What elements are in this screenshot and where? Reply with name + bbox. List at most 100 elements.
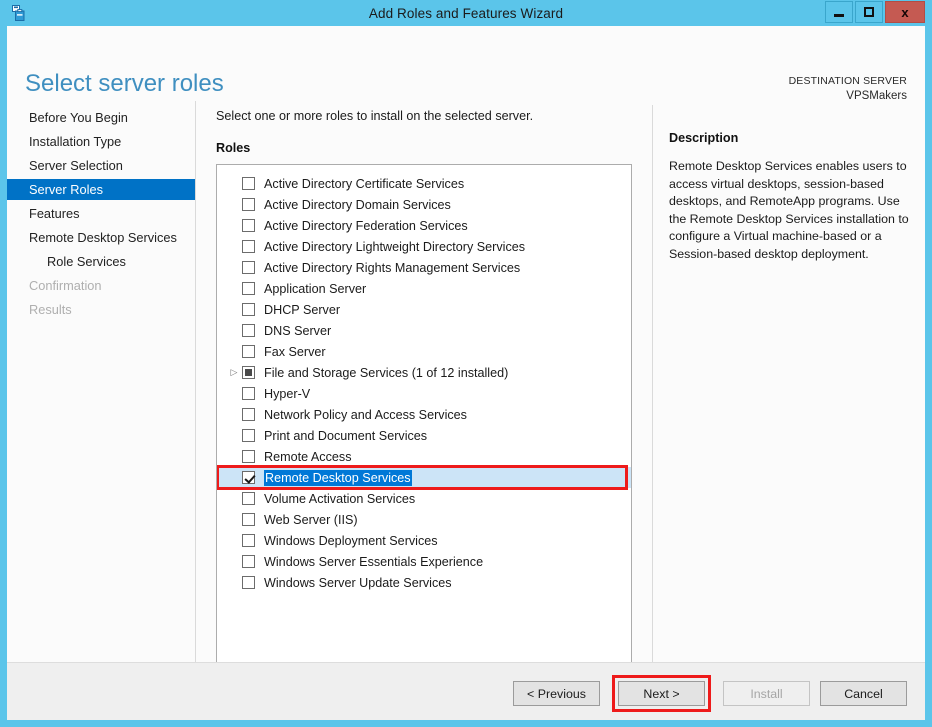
- role-checkbox[interactable]: [242, 492, 255, 505]
- roles-list[interactable]: ▷ Active Directory Certificate Services ▷ A…: [216, 164, 632, 664]
- description-pane: Description Remote Desktop Services enab…: [652, 105, 925, 662]
- sidebar-item-remote-desktop-services[interactable]: Remote Desktop Services: [7, 227, 195, 248]
- role-checkbox[interactable]: [242, 408, 255, 421]
- maximize-icon: [864, 7, 874, 17]
- next-button[interactable]: Next >: [618, 681, 705, 706]
- expander-placeholder: ▷: [226, 326, 242, 335]
- role-checkbox[interactable]: [242, 282, 255, 295]
- role-label: Hyper-V: [264, 386, 311, 401]
- expander-placeholder: ▷: [226, 578, 242, 587]
- footer-bar: < Previous Next > Install Cancel: [7, 662, 925, 720]
- expander-placeholder: ▷: [226, 473, 242, 482]
- role-checkbox[interactable]: [242, 240, 255, 253]
- expander-placeholder: ▷: [226, 305, 242, 314]
- role-label: DHCP Server: [264, 302, 341, 317]
- role-row[interactable]: ▷ Remote Access: [217, 446, 631, 467]
- title-bar: Add Roles and Features Wizard x: [7, 0, 925, 26]
- sidebar-item-features[interactable]: Features: [7, 203, 195, 224]
- expander-placeholder: ▷: [226, 242, 242, 251]
- minimize-icon: [834, 13, 844, 17]
- role-row[interactable]: ▷ Web Server (IIS): [217, 509, 631, 530]
- maximize-button[interactable]: [855, 1, 883, 23]
- role-row[interactable]: ▷ Print and Document Services: [217, 425, 631, 446]
- role-label: Volume Activation Services: [264, 491, 416, 506]
- roles-caption: Roles: [216, 141, 251, 155]
- role-label: Remote Desktop Services: [264, 469, 412, 486]
- role-checkbox[interactable]: [242, 387, 255, 400]
- body-split: Before You Begin Installation Type Server …: [7, 101, 925, 664]
- role-checkbox[interactable]: [242, 429, 255, 442]
- role-label: Windows Server Update Services: [264, 575, 452, 590]
- sidebar-item-before-you-begin[interactable]: Before You Begin: [7, 107, 195, 128]
- server-roles-icon: [8, 2, 30, 24]
- role-checkbox[interactable]: [242, 366, 255, 379]
- minimize-button[interactable]: [825, 1, 853, 23]
- role-row[interactable]: ▷ Windows Deployment Services: [217, 530, 631, 551]
- chevron-right-icon[interactable]: ▷: [226, 368, 242, 377]
- sidebar-item-server-selection[interactable]: Server Selection: [7, 155, 195, 176]
- window-title: Add Roles and Features Wizard: [368, 5, 564, 21]
- role-checkbox[interactable]: [242, 177, 255, 190]
- role-row[interactable]: ▷ Windows Server Update Services: [217, 572, 631, 593]
- role-row[interactable]: ▷ Active Directory Lightweight Directory …: [217, 236, 631, 257]
- expander-placeholder: ▷: [226, 389, 242, 398]
- role-checkbox[interactable]: [242, 513, 255, 526]
- role-checkbox[interactable]: [242, 324, 255, 337]
- role-checkbox[interactable]: [242, 534, 255, 547]
- expander-placeholder: ▷: [226, 221, 242, 230]
- role-label: Application Server: [264, 281, 367, 296]
- expander-placeholder: ▷: [226, 263, 242, 272]
- destination-server-block: DESTINATION SERVER VPSMakers: [789, 74, 907, 104]
- role-row[interactable]: ▷ Active Directory Rights Management Serv…: [217, 257, 631, 278]
- sidebar-item-role-services[interactable]: Role Services: [7, 251, 195, 272]
- close-button[interactable]: x: [885, 1, 925, 23]
- destination-server-label: DESTINATION SERVER: [788, 75, 907, 87]
- window-controls: x: [825, 1, 925, 23]
- role-checkbox[interactable]: [242, 555, 255, 568]
- expander-placeholder: ▷: [226, 452, 242, 461]
- role-label: Active Directory Certificate Services: [264, 176, 465, 191]
- role-row[interactable]: ▷ Remote Desktop Services: [217, 467, 631, 488]
- wizard-steps-nav: Before You Begin Installation Type Server …: [7, 101, 196, 662]
- role-label: Windows Server Essentials Experience: [264, 554, 484, 569]
- expander-placeholder: ▷: [226, 536, 242, 545]
- role-checkbox[interactable]: [242, 576, 255, 589]
- role-row[interactable]: ▷ Windows Server Essentials Experience: [217, 551, 631, 572]
- wizard-buttons: < Previous Next > Install Cancel: [513, 675, 907, 712]
- expander-placeholder: ▷: [226, 431, 242, 440]
- main-content: Select one or more roles to install on t…: [196, 101, 925, 664]
- description-text: Remote Desktop Services enables users to…: [669, 159, 909, 261]
- role-checkbox[interactable]: [242, 345, 255, 358]
- role-row[interactable]: ▷ DHCP Server: [217, 299, 631, 320]
- cancel-button[interactable]: Cancel: [820, 681, 907, 706]
- role-label: Active Directory Federation Services: [264, 218, 468, 233]
- role-row[interactable]: ▷ Volume Activation Services: [217, 488, 631, 509]
- sidebar-item-installation-type[interactable]: Installation Type: [7, 131, 195, 152]
- role-checkbox[interactable]: [242, 450, 255, 463]
- role-checkbox[interactable]: [242, 303, 255, 316]
- role-checkbox[interactable]: [242, 198, 255, 211]
- role-row[interactable]: ▷ File and Storage Services (1 of 12 inst…: [217, 362, 631, 383]
- role-label: DNS Server: [264, 323, 332, 338]
- role-row[interactable]: ▷ DNS Server: [217, 320, 631, 341]
- expander-placeholder: ▷: [226, 494, 242, 503]
- expander-placeholder: ▷: [226, 410, 242, 419]
- role-row[interactable]: ▷ Fax Server: [217, 341, 631, 362]
- role-row[interactable]: ▷ Active Directory Federation Services: [217, 215, 631, 236]
- role-row[interactable]: ▷ Hyper-V: [217, 383, 631, 404]
- role-row[interactable]: ▷ Application Server: [217, 278, 631, 299]
- previous-button[interactable]: < Previous: [513, 681, 600, 706]
- role-row[interactable]: ▷ Active Directory Certificate Services: [217, 173, 631, 194]
- role-row[interactable]: ▷ Network Policy and Access Services: [217, 404, 631, 425]
- role-checkbox[interactable]: [242, 261, 255, 274]
- role-checkbox[interactable]: [242, 471, 255, 484]
- page-title: Select server roles: [25, 70, 224, 97]
- expander-placeholder: ▷: [226, 200, 242, 209]
- sidebar-item-server-roles[interactable]: Server Roles: [7, 179, 195, 200]
- expander-placeholder: ▷: [226, 557, 242, 566]
- role-checkbox[interactable]: [242, 219, 255, 232]
- description-title: Description: [669, 131, 739, 145]
- role-label: Active Directory Domain Services: [264, 197, 451, 212]
- role-row[interactable]: ▷ Active Directory Domain Services: [217, 194, 631, 215]
- expander-placeholder: ▷: [226, 515, 242, 524]
